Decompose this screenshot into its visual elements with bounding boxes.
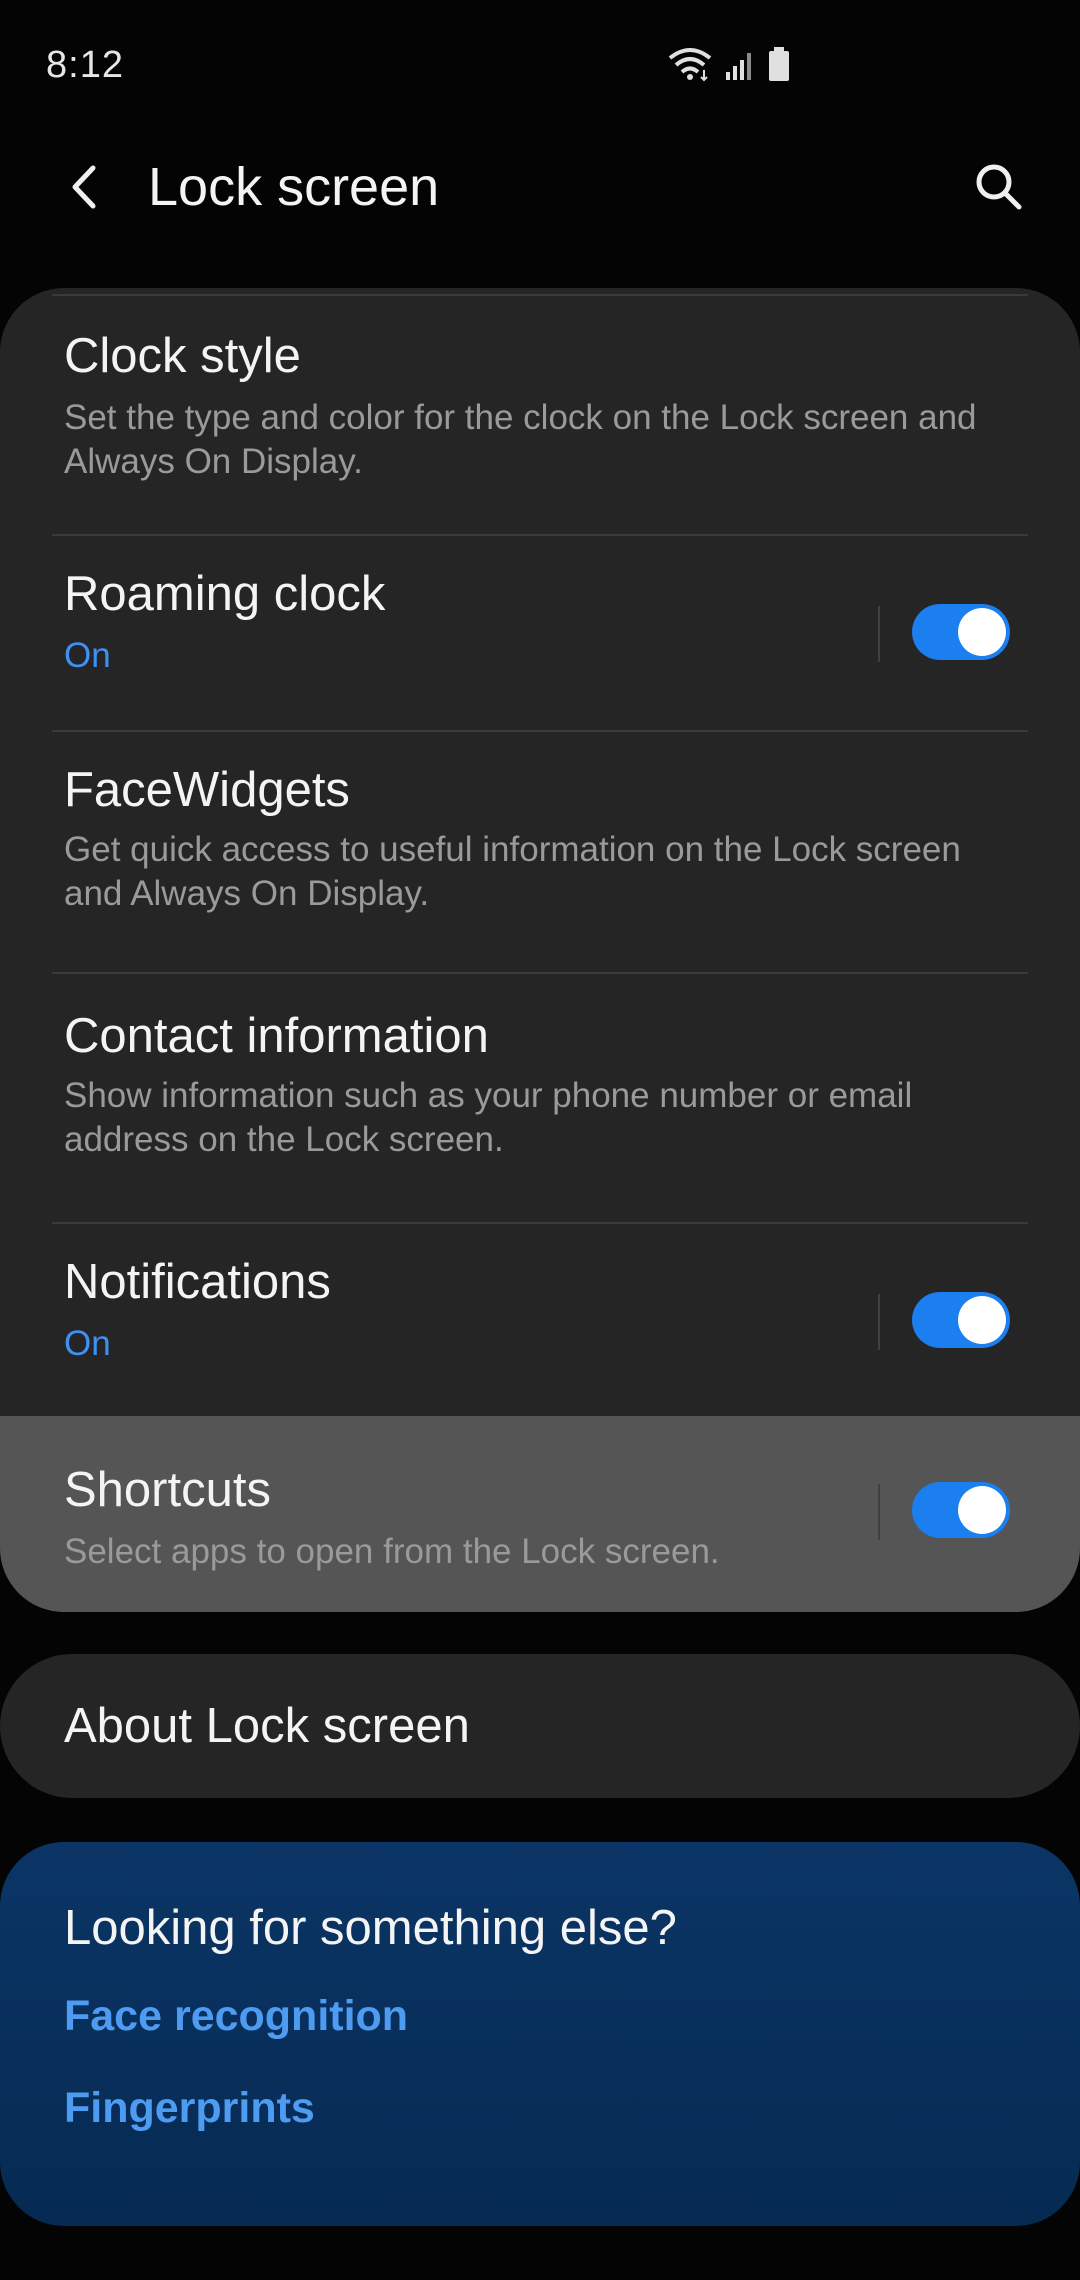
vertical-separator [878, 606, 880, 662]
app-bar: Lock screen [0, 130, 1080, 240]
status-bar: 8:12 [0, 0, 1080, 130]
setting-title: Roaming clock [64, 567, 386, 621]
battery-icon [769, 47, 789, 81]
setting-clock-style[interactable]: Clock style Set the type and color for t… [0, 296, 1080, 542]
setting-title: Shortcuts [64, 1463, 271, 1517]
search-button[interactable] [964, 152, 1034, 222]
setting-roaming-clock[interactable]: Roaming clock On [0, 536, 1080, 730]
setting-contact-information[interactable]: Contact information Show information suc… [0, 974, 1080, 1222]
suggestions-title: Looking for something else? [64, 1901, 677, 1955]
signal-icon [726, 53, 751, 80]
setting-title: Contact information [64, 1009, 489, 1063]
status-icons [668, 44, 798, 84]
setting-shortcuts[interactable]: Shortcuts Select apps to open from the L… [0, 1416, 1080, 1612]
search-icon [976, 164, 1022, 210]
page-title: Lock screen [148, 157, 440, 217]
about-label: About Lock screen [64, 1699, 470, 1753]
setting-subtitle: Select apps to open from the Lock screen… [64, 1532, 720, 1571]
vertical-separator [878, 1294, 880, 1350]
setting-subtitle: Get quick access to useful information o… [64, 830, 961, 913]
setting-title: FaceWidgets [64, 763, 350, 817]
setting-facewidgets[interactable]: FaceWidgets Get quick access to useful i… [0, 732, 1080, 972]
vertical-separator [878, 1484, 880, 1540]
suggestions-card: Looking for something else? Face recogni… [0, 1842, 1080, 2226]
setting-status: On [64, 1324, 111, 1363]
roaming-clock-toggle[interactable] [912, 604, 1010, 660]
toggle-knob [958, 1296, 1006, 1344]
back-button[interactable] [50, 152, 120, 222]
about-lock-screen[interactable]: About Lock screen [0, 1654, 1080, 1798]
setting-title: Clock style [64, 329, 301, 383]
wifi-icon [668, 48, 712, 82]
setting-subtitle: Show information such as your phone numb… [64, 1076, 913, 1159]
back-arrow-icon [72, 165, 96, 209]
settings-card: Clock style Set the type and color for t… [0, 288, 1080, 1612]
toggle-knob [958, 1486, 1006, 1534]
setting-title: Notifications [64, 1255, 331, 1309]
link-face-recognition[interactable]: Face recognition [64, 1992, 408, 2041]
shortcuts-toggle[interactable] [912, 1482, 1010, 1538]
toggle-knob [958, 608, 1006, 656]
status-time: 8:12 [46, 44, 124, 86]
notifications-toggle[interactable] [912, 1292, 1010, 1348]
setting-notifications[interactable]: Notifications On [0, 1224, 1080, 1416]
link-fingerprints[interactable]: Fingerprints [64, 2084, 315, 2133]
setting-subtitle: Set the type and color for the clock on … [64, 398, 977, 481]
setting-status: On [64, 636, 111, 675]
